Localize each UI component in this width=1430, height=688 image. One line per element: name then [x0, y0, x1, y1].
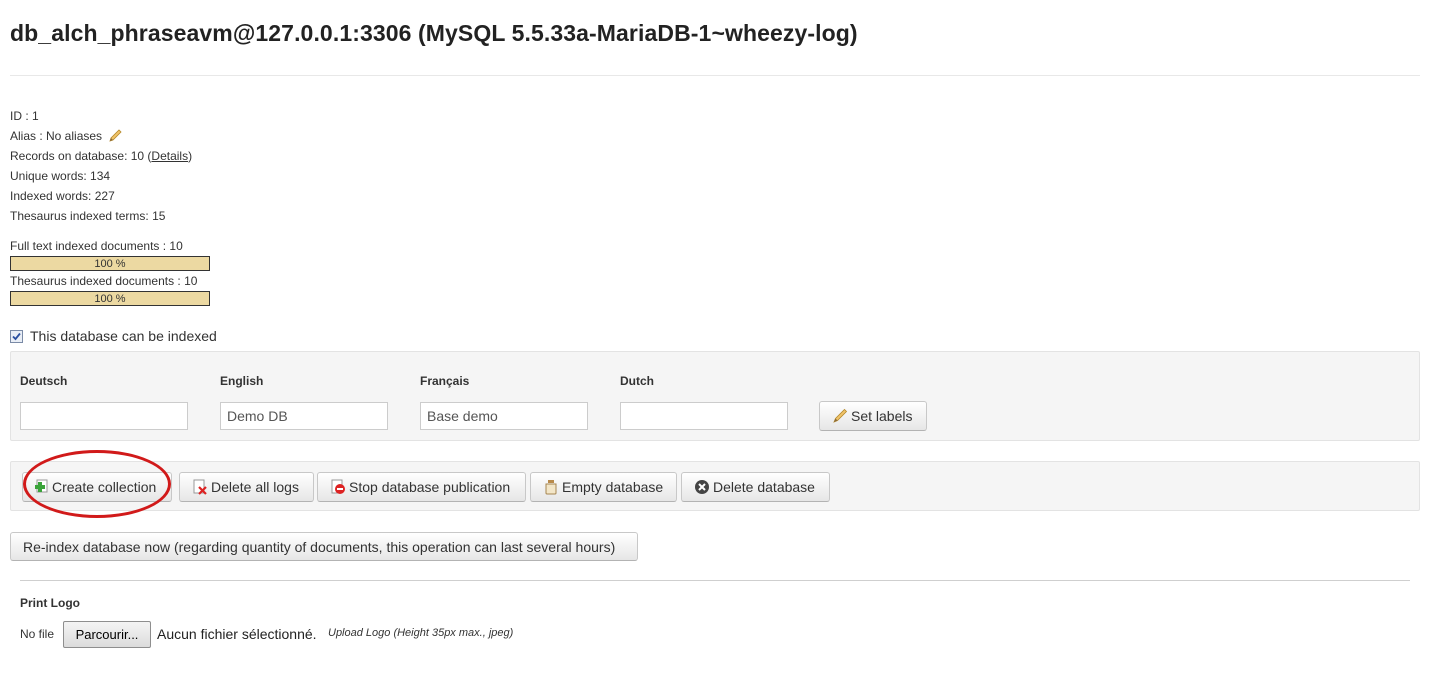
- add-collection-icon: [33, 479, 49, 495]
- details-link[interactable]: Details: [151, 149, 188, 163]
- delete-logs-icon: [192, 479, 208, 495]
- empty-database-button[interactable]: Empty database: [530, 472, 677, 502]
- page-title: db_alch_phraseavm@127.0.0.1:3306 (MySQL …: [10, 20, 858, 46]
- pencil-icon: [832, 408, 848, 424]
- records-count: Records on database: 10 (Details): [10, 149, 192, 163]
- indexed-words: Indexed words: 227: [10, 189, 115, 203]
- lang-label-francais: Français: [420, 374, 470, 388]
- section-divider: [20, 580, 1410, 581]
- stop-icon: [330, 479, 346, 495]
- records-suffix: ): [188, 149, 193, 163]
- thesaurus-terms: Thesaurus indexed terms: 15: [10, 209, 166, 223]
- thesaurus-progress-bar: 100 %: [10, 291, 210, 306]
- fulltext-progress-label: Full text indexed documents : 10: [10, 239, 183, 253]
- delete-database-button[interactable]: Delete database: [681, 472, 830, 502]
- reindex-button[interactable]: Re-index database now (regarding quantit…: [10, 532, 638, 561]
- delete-all-logs-button[interactable]: Delete all logs: [179, 472, 314, 502]
- lang-label-deutsch: Deutsch: [20, 374, 68, 388]
- alias-text: Alias : No aliases: [10, 129, 103, 143]
- lang-label-english: English: [220, 374, 264, 388]
- print-logo-title: Print Logo: [20, 596, 80, 610]
- label-input-dutch[interactable]: [620, 402, 788, 430]
- label-input-english[interactable]: Demo DB: [220, 402, 388, 430]
- indexable-row: This database can be indexed: [10, 328, 217, 344]
- no-file-selected-text: Aucun fichier sélectionné.: [157, 626, 317, 642]
- no-file-text: No file: [20, 627, 55, 641]
- stop-publication-button[interactable]: Stop database publication: [317, 472, 526, 502]
- stop-publication-label: Stop database publication: [349, 479, 511, 495]
- pencil-icon[interactable]: [108, 129, 122, 146]
- indexable-label: This database can be indexed: [30, 328, 217, 344]
- delete-all-logs-label: Delete all logs: [211, 479, 299, 495]
- db-id: ID : 1: [10, 109, 39, 123]
- indexable-checkbox[interactable]: [10, 329, 23, 343]
- set-labels-button[interactable]: Set labels: [819, 401, 927, 431]
- delete-circle-icon: [694, 479, 710, 495]
- actions-panel: Create collection Delete all logs Stop d…: [10, 461, 1420, 511]
- label-input-deutsch[interactable]: [20, 402, 188, 430]
- label-input-francais[interactable]: Base demo: [420, 402, 588, 430]
- empty-jar-icon: [543, 479, 559, 495]
- lang-label-dutch: Dutch: [620, 374, 654, 388]
- labels-panel: Deutsch English Français Dutch Demo DB B…: [10, 351, 1420, 441]
- create-collection-label: Create collection: [52, 479, 157, 495]
- records-text: Records on database: 10 (: [10, 149, 152, 163]
- title-divider: [10, 75, 1420, 76]
- delete-database-label: Delete database: [713, 479, 815, 495]
- empty-database-label: Empty database: [562, 479, 664, 495]
- fulltext-progress-bar: 100 %: [10, 256, 210, 271]
- browse-button[interactable]: Parcourir...: [63, 621, 151, 648]
- db-alias: Alias : No aliases: [10, 129, 122, 146]
- create-collection-button[interactable]: Create collection: [22, 472, 172, 502]
- unique-words: Unique words: 134: [10, 169, 111, 183]
- thesaurus-progress-label: Thesaurus indexed documents : 10: [10, 274, 198, 288]
- set-labels-label: Set labels: [851, 408, 913, 424]
- upload-hint: Upload Logo (Height 35px max., jpeg): [328, 627, 514, 639]
